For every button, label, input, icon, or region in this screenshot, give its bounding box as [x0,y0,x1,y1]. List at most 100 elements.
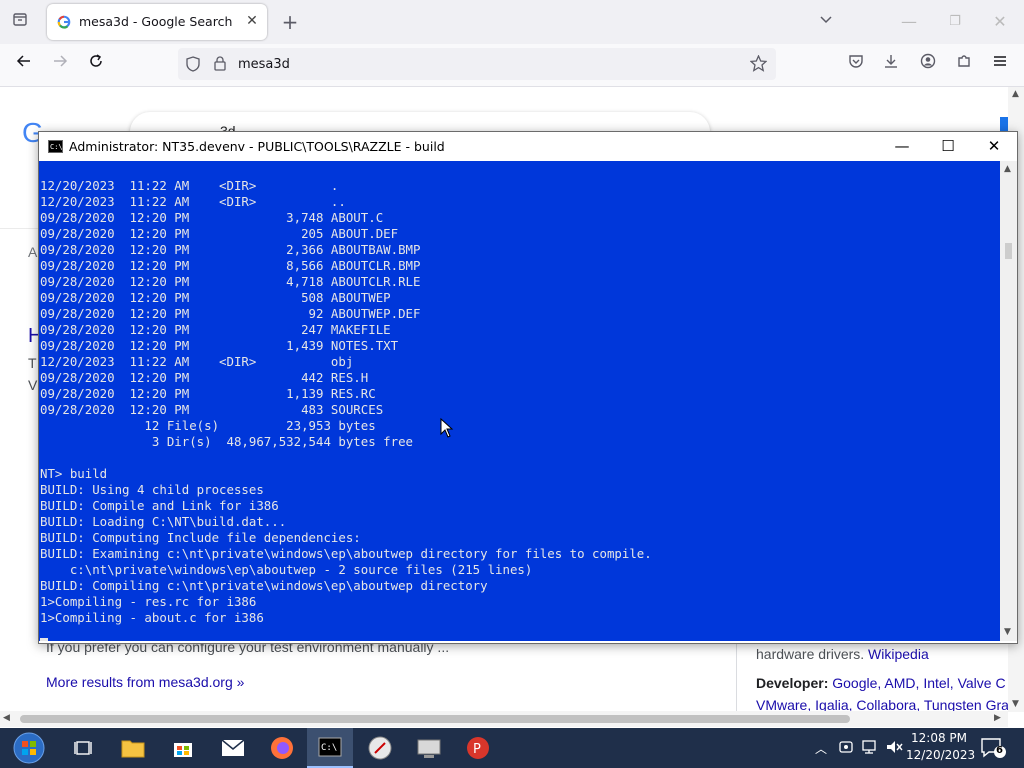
tab-overview-icon[interactable] [6,8,34,36]
action-center-icon[interactable]: 6 [980,737,1006,763]
console-line: BUILD: Examining c:\nt\private\windows\e… [40,546,652,561]
shield-icon[interactable] [186,56,200,76]
tab-google-search[interactable]: mesa3d - Google Search ✕ [47,4,267,40]
show-hidden-icons-chevron-icon[interactable]: ︿ [815,740,827,757]
knowledge-text: hardware drivers. [756,646,865,662]
developer-link[interactable]: Google [832,675,877,691]
firefox-icon[interactable] [259,728,305,768]
developer-line: Developer: Google, AMD, Intel, Valve C [756,675,1006,691]
mouse-pointer-icon [440,418,454,438]
page-horizontal-scrollbar[interactable]: ◀ ▶ [0,711,1008,727]
fragment-v: V [28,377,38,393]
console-line: 12/20/2023 11:22 AM <DIR> .. [40,194,346,209]
console-scroll-down-icon[interactable]: ▼ [1004,627,1011,637]
developer-line-2: VMware, Igalia, Collabora, Tungsten Gra [756,697,1009,712]
fragment-t: T [28,355,37,371]
app-compass-icon[interactable] [357,728,403,768]
console-scroll-thumb[interactable] [1005,243,1012,259]
console-line: 09/28/2020 12:20 PM 8,566 ABOUTCLR.BMP [40,258,421,273]
file-explorer-icon[interactable] [110,728,156,768]
tab-list-chevron-icon[interactable] [812,8,840,36]
close-window-button[interactable]: ✕ [986,8,1014,36]
console-output[interactable]: 12/20/2023 11:22 AM <DIR> . 12/20/2023 1… [39,161,1000,641]
account-icon[interactable] [914,50,942,78]
scroll-up-arrow-icon[interactable]: ▲ [1012,89,1019,99]
mail-icon[interactable] [210,728,256,768]
console-line: NT> build [40,466,108,481]
taskbar: C:\ P ︿ 12:08 PM 12/20/2023 6 [0,728,1024,768]
scroll-left-arrow-icon[interactable]: ◀ [3,713,10,723]
navigation-toolbar: mesa3d [0,44,1024,87]
task-view-icon[interactable] [60,728,106,768]
console-line: 12/20/2023 11:22 AM <DIR> obj [40,354,354,369]
minimize-window-button[interactable]: — [895,8,923,36]
console-cursor [40,638,48,641]
console-line: BUILD: Computing Include file dependenci… [40,530,361,545]
address-bar[interactable]: mesa3d [178,48,776,80]
developer-link[interactable]: Intel [923,675,949,691]
console-line: c:\nt\private\windows\ep\aboutwep - 2 so… [69,562,533,577]
network-icon[interactable] [862,739,880,759]
developer-link[interactable]: Igalia [815,697,848,712]
notification-count-badge: 6 [996,745,1003,756]
new-tab-button[interactable]: + [276,8,304,36]
store-icon[interactable] [160,728,206,768]
app-red-icon[interactable]: P [455,728,501,768]
back-arrow-icon[interactable] [10,50,38,78]
console-title-bar[interactable]: C:\ Administrator: NT35.devenv - PUBLIC\… [39,132,1017,161]
restore-window-button[interactable]: ❐ [941,8,969,36]
scroll-down-arrow-icon[interactable]: ▼ [1012,699,1019,709]
fragment-a: A [28,244,38,260]
tray-app-icon[interactable] [838,739,854,759]
developer-link[interactable]: Collabora [856,697,916,712]
scroll-thumb[interactable] [20,715,850,723]
wikipedia-link[interactable]: Wikipedia [868,646,929,662]
console-title: Administrator: NT35.devenv - PUBLIC\TOOL… [69,139,445,154]
console-minimize-button[interactable]: — [879,132,925,161]
menu-hamburger-icon[interactable] [986,50,1014,78]
scroll-right-arrow-icon[interactable]: ▶ [994,713,1001,723]
browser-tab-strip: mesa3d - Google Search ✕ + — ❐ ✕ [0,0,1024,44]
console-line: 09/28/2020 12:20 PM 442 RES.H [40,370,369,385]
developer-link[interactable]: VMware [756,697,807,712]
downloads-icon[interactable] [877,50,905,78]
panel-divider [736,634,737,712]
console-line: 1>Compiling - res.rc for i386 [40,594,257,609]
console-vertical-scrollbar[interactable]: ▲ ▼ [1000,161,1017,641]
extensions-icon[interactable] [950,50,978,78]
start-button[interactable] [6,728,52,768]
console-line: 09/28/2020 12:20 PM 247 MAKEFILE [40,322,391,337]
more-results-link[interactable]: More results from mesa3d.org » [46,674,244,690]
clock-time: 12:08 PM [911,731,967,745]
bookmark-star-icon[interactable] [749,54,768,76]
volume-muted-icon[interactable] [886,739,904,759]
console-app-icon: C:\ [48,140,63,157]
console-line: 09/28/2020 12:20 PM 2,366 ABOUTBAW.BMP [40,242,421,257]
forward-arrow-icon[interactable] [46,50,74,78]
console-scroll-up-icon[interactable]: ▲ [1004,164,1011,174]
address-text: mesa3d [238,57,290,72]
console-window[interactable]: C:\ Administrator: NT35.devenv - PUBLIC\… [38,131,1018,644]
console-taskbar-button[interactable]: C:\ [307,728,353,768]
console-line: 09/28/2020 12:20 PM 92 ABOUTWEP.DEF [40,306,421,321]
console-maximize-button[interactable]: ☐ [925,132,971,161]
developer-link[interactable]: Valve C [958,675,1006,691]
app-virtual-machine-icon[interactable] [406,728,452,768]
console-line: 09/28/2020 12:20 PM 205 ABOUT.DEF [40,226,399,241]
developer-link[interactable]: AMD [884,675,915,691]
taskbar-clock[interactable]: 12:08 PM 12/20/2023 [906,730,975,764]
console-text: 12/20/2023 11:22 AM <DIR> . 12/20/2023 1… [40,178,652,626]
tab-title: mesa3d - Google Search [79,14,233,29]
developer-label: Developer: [756,675,829,691]
console-line: BUILD: Using 4 child processes [40,482,264,497]
google-favicon-icon [57,15,71,29]
developer-link[interactable]: Tungsten Gra [924,697,1009,712]
lock-icon[interactable] [214,56,226,75]
reload-icon[interactable] [82,50,110,78]
console-line: 09/28/2020 12:20 PM 1,139 RES.RC [40,386,376,401]
pocket-icon[interactable] [842,50,870,78]
console-line: 12 File(s) 23,953 bytes [144,418,376,433]
console-close-button[interactable]: ✕ [971,132,1017,161]
svg-text:P: P [473,742,481,757]
tab-close-icon[interactable]: ✕ [243,12,261,30]
